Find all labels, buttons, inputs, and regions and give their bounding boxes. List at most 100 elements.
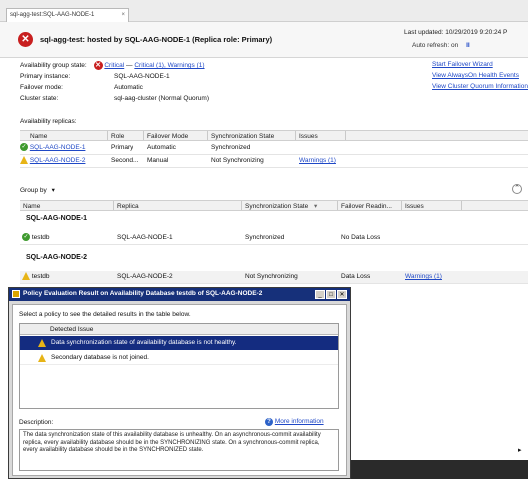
more-information-link[interactable]: More information — [275, 418, 324, 425]
minimize-button[interactable]: _ — [315, 290, 325, 299]
error-icon: ✕ — [18, 32, 33, 47]
start-failover-wizard-link[interactable]: Start Failover Wizard — [432, 61, 493, 68]
dialog-body: Select a policy to see the detailed resu… — [12, 304, 347, 476]
databases-header: Name Replica Synchronization State ▾ Fai… — [20, 200, 528, 211]
summary-section: Availability group state: ✕ Critical — C… — [20, 61, 528, 111]
dialog-title: Policy Evaluation Result on Availability… — [23, 290, 263, 297]
database-sync-state: Not Synchronizing — [245, 273, 298, 280]
database-name: testdb — [31, 273, 50, 280]
tab-title: sql-agg-test:SQL-AAG-NODE-1 — [10, 12, 95, 18]
close-button[interactable]: ✕ — [337, 290, 347, 299]
group-header: SQL-AAG-NODE-1 — [26, 215, 88, 222]
tab-close-icon[interactable]: × — [121, 9, 125, 21]
description-label: Description: — [19, 419, 54, 426]
maximize-button[interactable]: □ — [326, 290, 336, 299]
replica-name-cell: SQL-AAG-NODE-2 — [20, 155, 108, 167]
info-icon: ? — [265, 418, 273, 426]
summary-row-state: Availability group state: ✕ Critical — C… — [20, 61, 205, 70]
replica-issues-link[interactable]: Warnings (1) — [299, 155, 336, 167]
replica-name-link[interactable]: SQL-AAG-NODE-2 — [30, 157, 86, 164]
sort-icon: ▾ — [314, 203, 318, 210]
last-updated-value: 10/29/2019 9:20:24 P — [445, 29, 508, 36]
replica-failover-mode: Manual — [147, 157, 169, 164]
databases-table: Name Replica Synchronization State ▾ Fai… — [20, 200, 528, 290]
issue-row[interactable]: Secondary database is not joined. — [20, 351, 338, 365]
issues-column-header[interactable]: Detected Issue — [20, 324, 338, 335]
replica-sync-state: Not Synchronizing — [211, 157, 264, 164]
replica-name-cell: ✓ SQL-AAG-NODE-1 — [20, 142, 108, 154]
pause-icon[interactable]: II — [466, 42, 470, 49]
database-failover-readiness: No Data Loss — [341, 234, 381, 241]
scroll-right-icon[interactable]: ▸ — [518, 446, 522, 454]
database-row[interactable]: testdb SQL-AAG-NODE-2 Not Synchronizing … — [20, 271, 528, 284]
column-header-role[interactable]: Role — [108, 131, 144, 140]
replica-sync-state: Synchronized — [211, 144, 251, 151]
database-issues-link[interactable]: Warnings (1) — [405, 271, 442, 283]
issue-row-selected[interactable]: Data synchronization state of availabili… — [20, 336, 338, 350]
state-separator: — — [124, 62, 135, 70]
replica-row[interactable]: ✓ SQL-AAG-NODE-1 Primary Automatic Synch… — [20, 142, 528, 155]
summary-label: Cluster state: — [20, 95, 59, 102]
description-text: The data synchronization state of this a… — [23, 432, 321, 453]
group-header: SQL-AAG-NODE-2 — [26, 254, 88, 261]
collapse-icon[interactable]: ⌃ — [512, 184, 522, 194]
view-health-events-link[interactable]: View AlwaysOn Health Events — [432, 72, 519, 79]
cluster-state-value: sql-aag-cluster (Normal Quorum) — [114, 95, 209, 102]
auto-refresh-label: Auto refresh: on — [412, 42, 459, 49]
issue-text: Secondary database is not joined. — [51, 354, 149, 361]
policy-icon — [12, 290, 20, 298]
warning-icon — [22, 272, 30, 281]
more-information[interactable]: ? More information — [265, 418, 324, 426]
column-header-failover-readiness[interactable]: Failover Readin... — [338, 201, 402, 210]
warning-icon — [20, 156, 28, 165]
view-cluster-quorum-link[interactable]: View Cluster Quorum Information — [432, 83, 528, 90]
database-replica: SQL-AAG-NODE-2 — [117, 273, 173, 280]
replica-failover-mode: Automatic — [147, 144, 176, 151]
summary-row-failover: Failover mode: Automatic — [20, 84, 143, 91]
critical-link[interactable]: Critical — [104, 62, 124, 69]
replica-role: Second... — [111, 157, 139, 164]
database-row[interactable]: ✓ testdb SQL-AAG-NODE-1 Synchronized No … — [20, 232, 528, 245]
summary-row-cluster: Cluster state: sql-aag-cluster (Normal Q… — [20, 95, 209, 102]
column-header-sync-state[interactable]: Synchronization State — [208, 131, 296, 140]
detected-issue-header: Detected Issue — [50, 326, 94, 333]
warning-icon — [38, 339, 46, 347]
healthy-icon: ✓ — [20, 143, 28, 152]
page-title: sql-agg-test: hosted by SQL-AAG-NODE-1 (… — [40, 35, 273, 44]
summary-label: Primary instance: — [20, 73, 71, 80]
tab-strip: sql-agg-test:SQL-AAG-NODE-1 × — [0, 0, 528, 22]
summary-label: Failover mode: — [20, 84, 63, 91]
group-by-label: Group by — [20, 187, 47, 194]
auto-refresh: Auto refresh: on II — [412, 42, 470, 49]
policy-evaluation-dialog: Policy Evaluation Result on Availability… — [8, 287, 351, 479]
description-box: The data synchronization state of this a… — [19, 429, 339, 471]
dialog-instruction: Select a policy to see the detailed resu… — [19, 311, 191, 318]
primary-instance-value: SQL-AAG-NODE-1 — [114, 73, 170, 80]
issue-text: Data synchronization state of availabili… — [51, 339, 237, 346]
column-header-failover-mode[interactable]: Failover Mode — [144, 131, 208, 140]
column-header-issues[interactable]: Issues — [402, 201, 462, 210]
warning-icon — [38, 354, 46, 362]
replica-role: Primary — [111, 144, 134, 151]
database-name-cell: ✓ testdb — [22, 232, 50, 244]
column-header-name[interactable]: Name — [20, 131, 108, 140]
column-header-sync-state[interactable]: Synchronization State ▾ — [242, 201, 338, 210]
chevron-down-icon: ▾ — [51, 187, 55, 194]
replica-name-link[interactable]: SQL-AAG-NODE-1 — [30, 144, 86, 151]
column-header-replica[interactable]: Replica — [114, 201, 242, 210]
sync-state-header-label: Synchronization State — [245, 203, 309, 210]
healthy-icon: ✓ — [22, 233, 30, 242]
column-header-issues[interactable]: Issues — [296, 131, 346, 140]
database-replica: SQL-AAG-NODE-1 — [117, 234, 173, 241]
failover-mode-value: Automatic — [114, 84, 143, 91]
group-by-dropdown[interactable]: Group by ▾ — [20, 186, 55, 194]
dialog-title-bar[interactable]: Policy Evaluation Result on Availability… — [9, 288, 350, 301]
replica-row[interactable]: SQL-AAG-NODE-2 Second... Manual Not Sync… — [20, 155, 528, 168]
critical-warnings-link[interactable]: Critical (1), Warnings (1) — [134, 62, 204, 69]
column-header-name[interactable]: Name — [20, 201, 114, 210]
issues-list: Detected Issue Data synchronization stat… — [19, 323, 339, 409]
critical-icon: ✕ — [93, 61, 103, 70]
document-tab[interactable]: sql-agg-test:SQL-AAG-NODE-1 × — [6, 8, 129, 22]
last-updated-label: Last updated: — [404, 29, 444, 36]
last-updated: Last updated: 10/29/2019 9:20:24 P — [404, 29, 507, 36]
